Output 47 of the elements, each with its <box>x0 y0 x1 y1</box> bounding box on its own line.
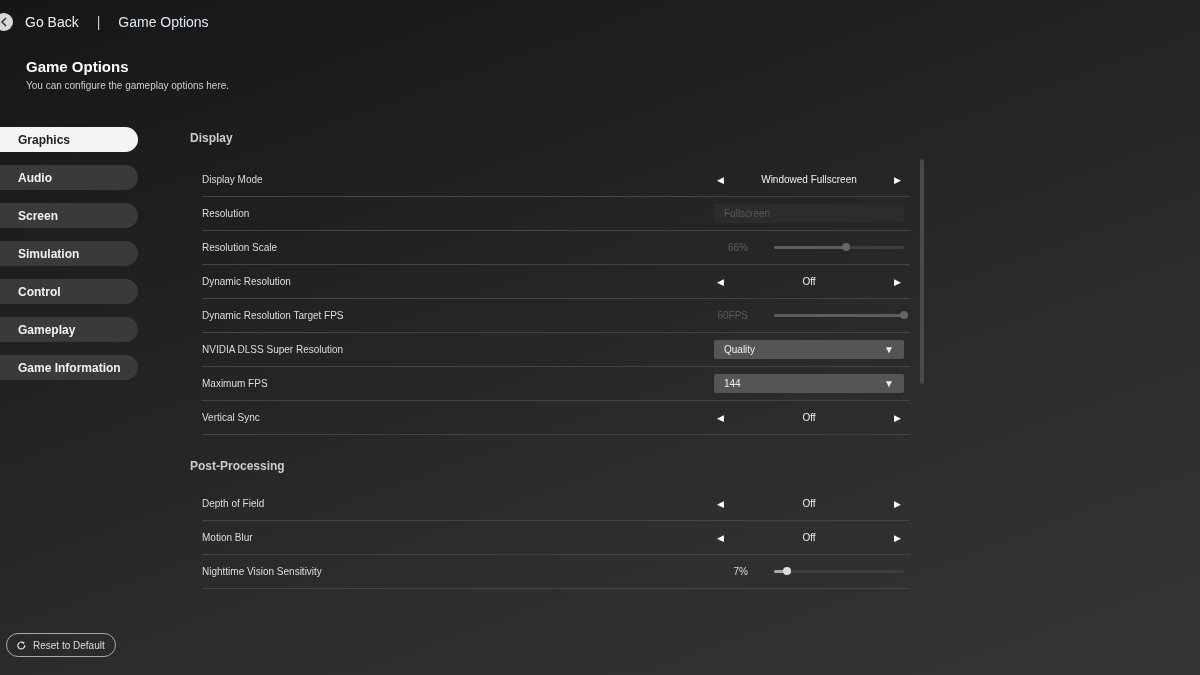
setting-value: Windowed Fullscreen <box>761 174 857 185</box>
category-tab[interactable]: Graphics <box>0 127 138 152</box>
setting-label: NVIDIA DLSS Super Resolution <box>202 344 344 355</box>
category-tab[interactable]: Screen <box>0 203 138 228</box>
setting-label: Resolution Scale <box>202 242 278 253</box>
category-tab[interactable]: Audio <box>0 165 138 190</box>
setting-label: Motion Blur <box>202 532 253 543</box>
setting-label: Depth of Field <box>202 498 265 509</box>
setting-label: Dynamic Resolution Target FPS <box>202 310 344 321</box>
reset-icon <box>17 640 26 650</box>
back-icon[interactable] <box>0 13 13 31</box>
breadcrumb: Game Options <box>118 14 209 30</box>
separator: | <box>96 14 101 30</box>
setting-value: Off <box>802 532 816 543</box>
section-heading: Display <box>190 131 234 145</box>
page-subtitle: You can configure the gameplay options here. <box>26 80 231 91</box>
scrollbar[interactable] <box>920 159 924 384</box>
setting-value: Off <box>802 498 816 509</box>
setting-label: Resolution <box>202 208 250 219</box>
setting-value: Off <box>802 276 816 287</box>
previous-button[interactable]: ◀ <box>714 276 727 287</box>
previous-button[interactable]: ◀ <box>714 412 727 423</box>
previous-button[interactable]: ◀ <box>714 498 727 509</box>
category-tab[interactable]: Gameplay <box>0 317 138 342</box>
next-button[interactable]: ▶ <box>891 276 904 287</box>
category-tab[interactable]: Simulation <box>0 241 138 266</box>
page-title: Game Options <box>26 58 130 75</box>
next-button[interactable]: ▶ <box>891 532 904 543</box>
next-button[interactable]: ▶ <box>891 498 904 509</box>
previous-button[interactable]: ◀ <box>714 532 727 543</box>
setting-label: Dynamic Resolution <box>202 276 291 287</box>
setting-label: Maximum FPS <box>202 378 268 389</box>
next-button[interactable]: ▶ <box>891 174 904 185</box>
next-button[interactable]: ▶ <box>891 412 904 423</box>
slider[interactable] <box>774 246 904 249</box>
dropdown[interactable]: 144 ▼ <box>714 374 904 393</box>
category-tab[interactable]: Game Information <box>0 355 138 380</box>
dropdown[interactable]: Quality ▼ <box>714 340 904 359</box>
back-link[interactable]: Go Back <box>25 14 79 30</box>
previous-button[interactable]: ◀ <box>714 174 727 185</box>
setting-value: Off <box>802 412 816 423</box>
section-heading: Post-Processing <box>190 459 286 473</box>
slider-reading: 7% <box>732 566 748 577</box>
setting-label: Nighttime Vision Sensitivity <box>202 566 322 577</box>
category-tab[interactable]: Control <box>0 279 138 304</box>
setting-label: Display Mode <box>202 174 263 185</box>
setting-label: Vertical Sync <box>202 412 260 423</box>
